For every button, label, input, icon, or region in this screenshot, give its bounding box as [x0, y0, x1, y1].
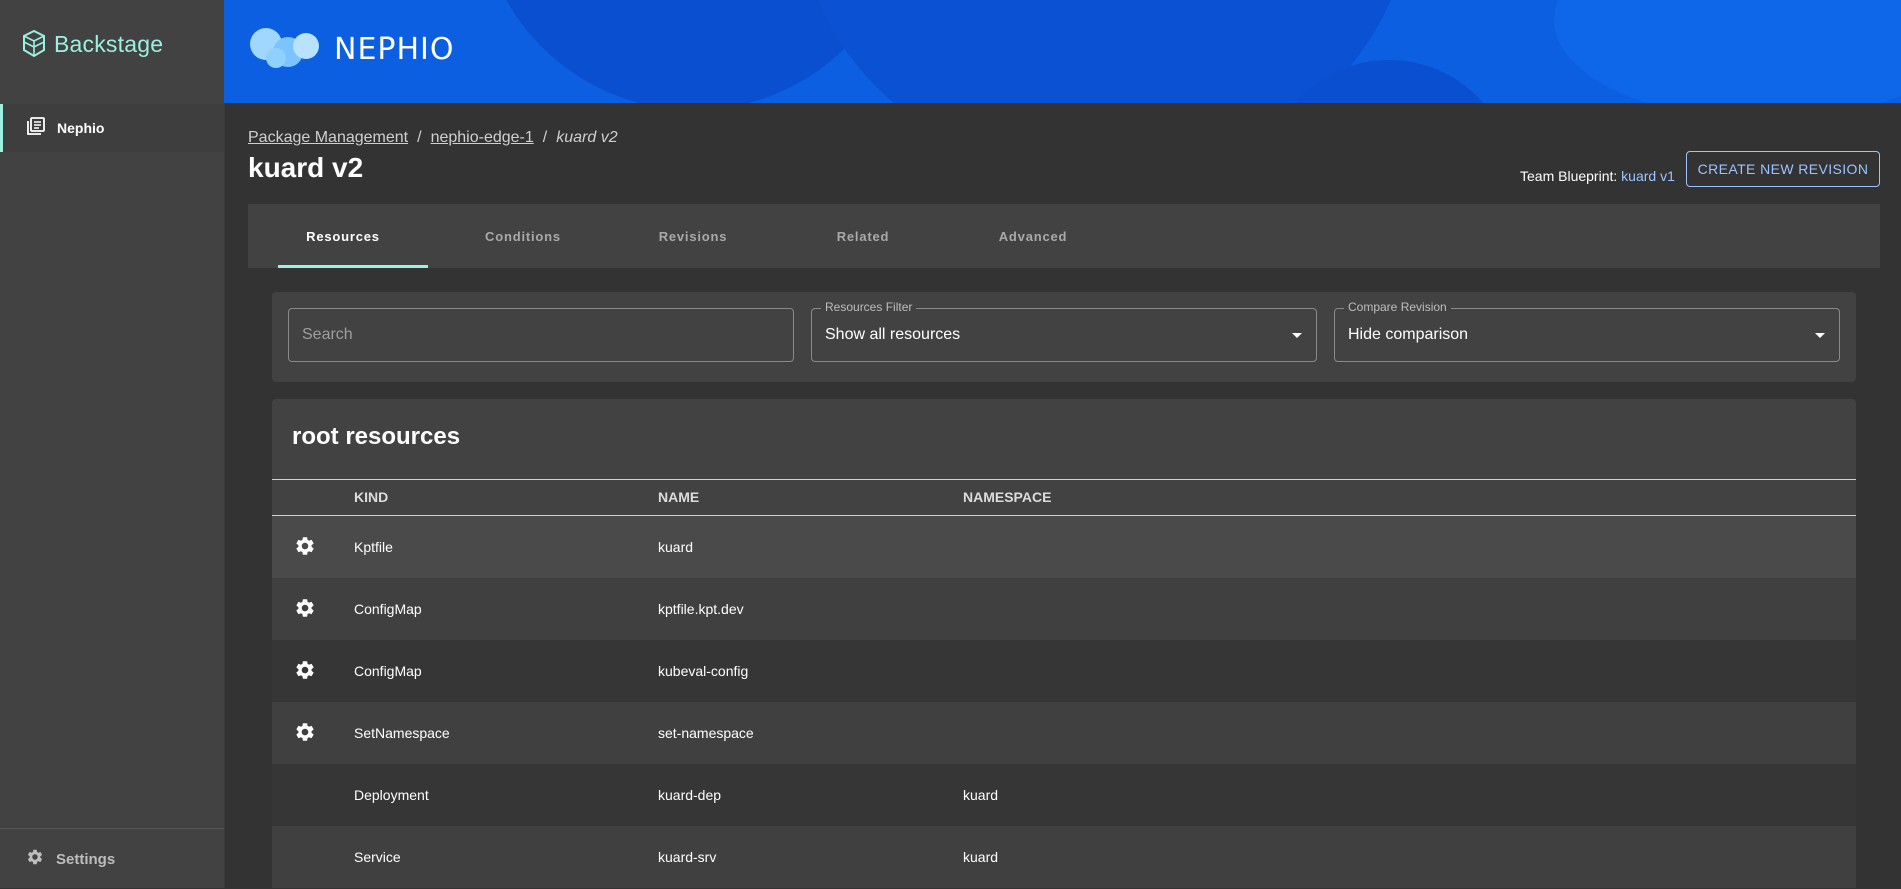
nephio-logo: NEPHIO [246, 24, 455, 74]
resources-filter-value: Show all resources [825, 326, 961, 343]
breadcrumb-repository[interactable]: nephio-edge-1 [431, 129, 534, 146]
header-banner: NEPHIO [224, 0, 1901, 103]
search-input[interactable]: Search [288, 308, 794, 362]
cell-name: kptfile.kpt.dev [658, 601, 744, 617]
gear-icon [294, 535, 316, 560]
table-title: root resources [292, 423, 461, 450]
cell-kind: Deployment [354, 787, 429, 803]
cell-kind: SetNamespace [354, 725, 450, 741]
column-header-namespace[interactable]: NAMESPACE [963, 489, 1051, 505]
tab-bar: Resources Conditions Revisions Related A… [248, 204, 1880, 268]
resources-filter-label: Resources Filter [821, 300, 917, 314]
cell-kind: ConfigMap [354, 601, 422, 617]
table-row[interactable]: ConfigMap kptfile.kpt.dev [272, 578, 1856, 640]
column-header-name[interactable]: NAME [658, 489, 699, 505]
table-row[interactable]: ConfigMap kubeval-config [272, 640, 1856, 702]
team-blueprint: Team Blueprint: kuard v1 [1520, 168, 1675, 184]
compare-revision-label: Compare Revision [1344, 300, 1451, 314]
table-header: KIND NAME NAMESPACE [272, 479, 1856, 516]
sidebar-item-settings[interactable]: Settings [0, 828, 224, 889]
gear-icon [294, 721, 316, 746]
library-icon [27, 116, 45, 140]
cell-name: kubeval-config [658, 663, 749, 679]
sidebar-item-nephio[interactable]: Nephio [0, 104, 224, 152]
tab-advanced[interactable]: Advanced [948, 204, 1118, 268]
dropdown-arrow-icon [1815, 333, 1825, 338]
settings-label: Settings [56, 850, 116, 868]
cell-name: kuard [658, 539, 694, 555]
filter-card: Search Resources Filter Show all resourc… [272, 292, 1856, 382]
tab-revisions[interactable]: Revisions [608, 204, 778, 268]
compare-revision-select[interactable]: Compare Revision Hide comparison [1334, 300, 1840, 362]
gear-icon [294, 597, 316, 622]
cell-kind: Service [354, 849, 401, 865]
brand-name: Backstage [54, 30, 164, 57]
resources-table: root resources KIND NAME NAMESPACE Kptfi… [272, 399, 1856, 888]
cell-name: set-namespace [658, 725, 754, 741]
create-new-revision-button[interactable]: CREATE NEW REVISION [1686, 151, 1880, 187]
cell-name: kuard-dep [658, 787, 722, 803]
team-blueprint-label: Team Blueprint: [1520, 168, 1618, 184]
tab-resources[interactable]: Resources [248, 204, 438, 268]
sidebar: Backstage Nephio Settings [0, 0, 225, 888]
backstage-logo-icon [23, 30, 45, 58]
compare-revision-value: Hide comparison [1348, 326, 1469, 343]
breadcrumb-separator: / [417, 129, 422, 146]
team-blueprint-link[interactable]: kuard v1 [1621, 168, 1675, 184]
nephio-logo-text: NEPHIO [334, 31, 455, 67]
breadcrumb-separator: / [542, 129, 548, 146]
breadcrumb: Package Management / nephio-edge-1 / kuard v… [248, 129, 618, 147]
search-placeholder: Search [302, 326, 353, 343]
table-row[interactable]: Kptfile kuard [272, 516, 1856, 578]
column-header-kind[interactable]: KIND [354, 489, 388, 505]
cell-namespace: kuard [963, 787, 999, 803]
cell-name: kuard-srv [658, 849, 717, 865]
cell-kind: ConfigMap [354, 663, 422, 679]
table-row[interactable]: Service kuard-srv kuard [272, 826, 1856, 888]
tab-conditions[interactable]: Conditions [438, 204, 608, 268]
cell-kind: Kptfile [354, 539, 393, 555]
gear-icon [294, 659, 316, 684]
resources-filter-select[interactable]: Resources Filter Show all resources [811, 300, 1317, 362]
breadcrumb-current: kuard v2 [556, 129, 618, 146]
cell-namespace: kuard [963, 849, 999, 865]
backstage-logo[interactable]: Backstage [22, 30, 163, 58]
breadcrumb-package-management[interactable]: Package Management [248, 129, 408, 146]
nephio-logo-icon [250, 28, 319, 68]
page-title: kuard v2 [248, 152, 364, 183]
tab-related[interactable]: Related [778, 204, 948, 268]
table-row[interactable]: SetNamespace set-namespace [272, 702, 1856, 764]
gear-icon [26, 848, 44, 871]
sidebar-item-label: Nephio [57, 120, 105, 136]
dropdown-arrow-icon [1292, 333, 1302, 338]
table-row[interactable]: Deployment kuard-dep kuard [272, 764, 1856, 826]
